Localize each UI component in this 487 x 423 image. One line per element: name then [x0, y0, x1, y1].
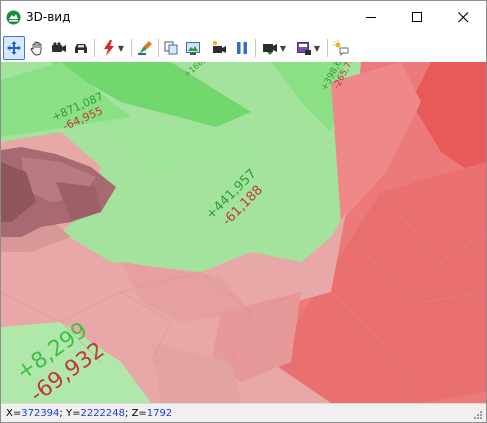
copy-view-button[interactable]	[161, 36, 181, 60]
minimize-button[interactable]	[348, 1, 394, 34]
hand-pan-icon	[30, 41, 42, 56]
terrain-scene: +441,957 -61,188 +8,299 -69,932 +871,087…	[1, 62, 486, 403]
toolbar-separator	[94, 39, 95, 57]
camera-button[interactable]	[49, 36, 69, 60]
move-tool-button[interactable]	[3, 36, 25, 60]
pan-tool-button[interactable]	[27, 36, 47, 60]
chevron-down-icon: ▼	[279, 43, 287, 53]
light-bulb-icon	[333, 40, 349, 56]
save-image-icon	[186, 42, 200, 55]
record-icon	[212, 40, 226, 53]
resize-grip-icon[interactable]	[474, 411, 483, 420]
toolbar-separator	[327, 39, 328, 57]
effects-dropdown-button[interactable]: ▼	[98, 36, 128, 60]
y-coordinate: 2222248	[80, 408, 126, 419]
title-bar: 3D-вид	[1, 1, 486, 34]
toolbar-separator	[158, 39, 159, 57]
pause-icon	[237, 42, 247, 54]
render-video-dropdown-button[interactable]: ▼	[258, 36, 290, 60]
move-arrows-icon	[7, 41, 21, 55]
maximize-icon	[411, 12, 422, 22]
render-video-icon	[262, 44, 277, 55]
pause-button[interactable]	[232, 36, 252, 60]
cursor-coordinates: X=372394; Y=2222248; Z=1792	[6, 408, 173, 419]
chevron-down-icon: ▼	[313, 43, 321, 53]
drive-mode-button[interactable]	[71, 36, 91, 60]
copy-view-icon	[164, 41, 178, 55]
close-button[interactable]	[440, 1, 486, 34]
3d-viewport[interactable]: +441,957 -61,188 +8,299 -69,932 +871,087…	[1, 62, 486, 403]
window: 3D-вид ▼ ▼ ▼ +441,957 -61,188 +8,299 -69…	[0, 0, 487, 423]
close-icon	[457, 12, 468, 23]
light-source-button[interactable]	[331, 36, 351, 60]
lightning-icon	[103, 40, 114, 56]
z-coordinate: 1792	[146, 408, 173, 419]
export-dropdown-button[interactable]: ▼	[292, 36, 324, 60]
toolbar: ▼ ▼ ▼	[1, 35, 486, 61]
car-icon	[75, 44, 87, 53]
save-image-button[interactable]	[183, 36, 203, 60]
camera-icon	[52, 42, 66, 52]
record-button[interactable]	[208, 36, 230, 60]
toolbar-separator	[131, 39, 132, 57]
export-icon	[296, 42, 311, 55]
window-title: 3D-вид	[26, 10, 71, 24]
chevron-down-icon: ▼	[117, 43, 125, 53]
maximize-button[interactable]	[394, 1, 440, 34]
status-bar: X=372394; Y=2222248; Z=1792	[1, 403, 486, 422]
toolbar-separator	[255, 39, 256, 57]
paint-surface-button[interactable]	[135, 36, 155, 60]
minimize-icon	[365, 17, 376, 18]
app-icon	[6, 10, 21, 25]
paint-surface-icon	[138, 41, 152, 55]
x-coordinate: 372394	[21, 408, 60, 419]
